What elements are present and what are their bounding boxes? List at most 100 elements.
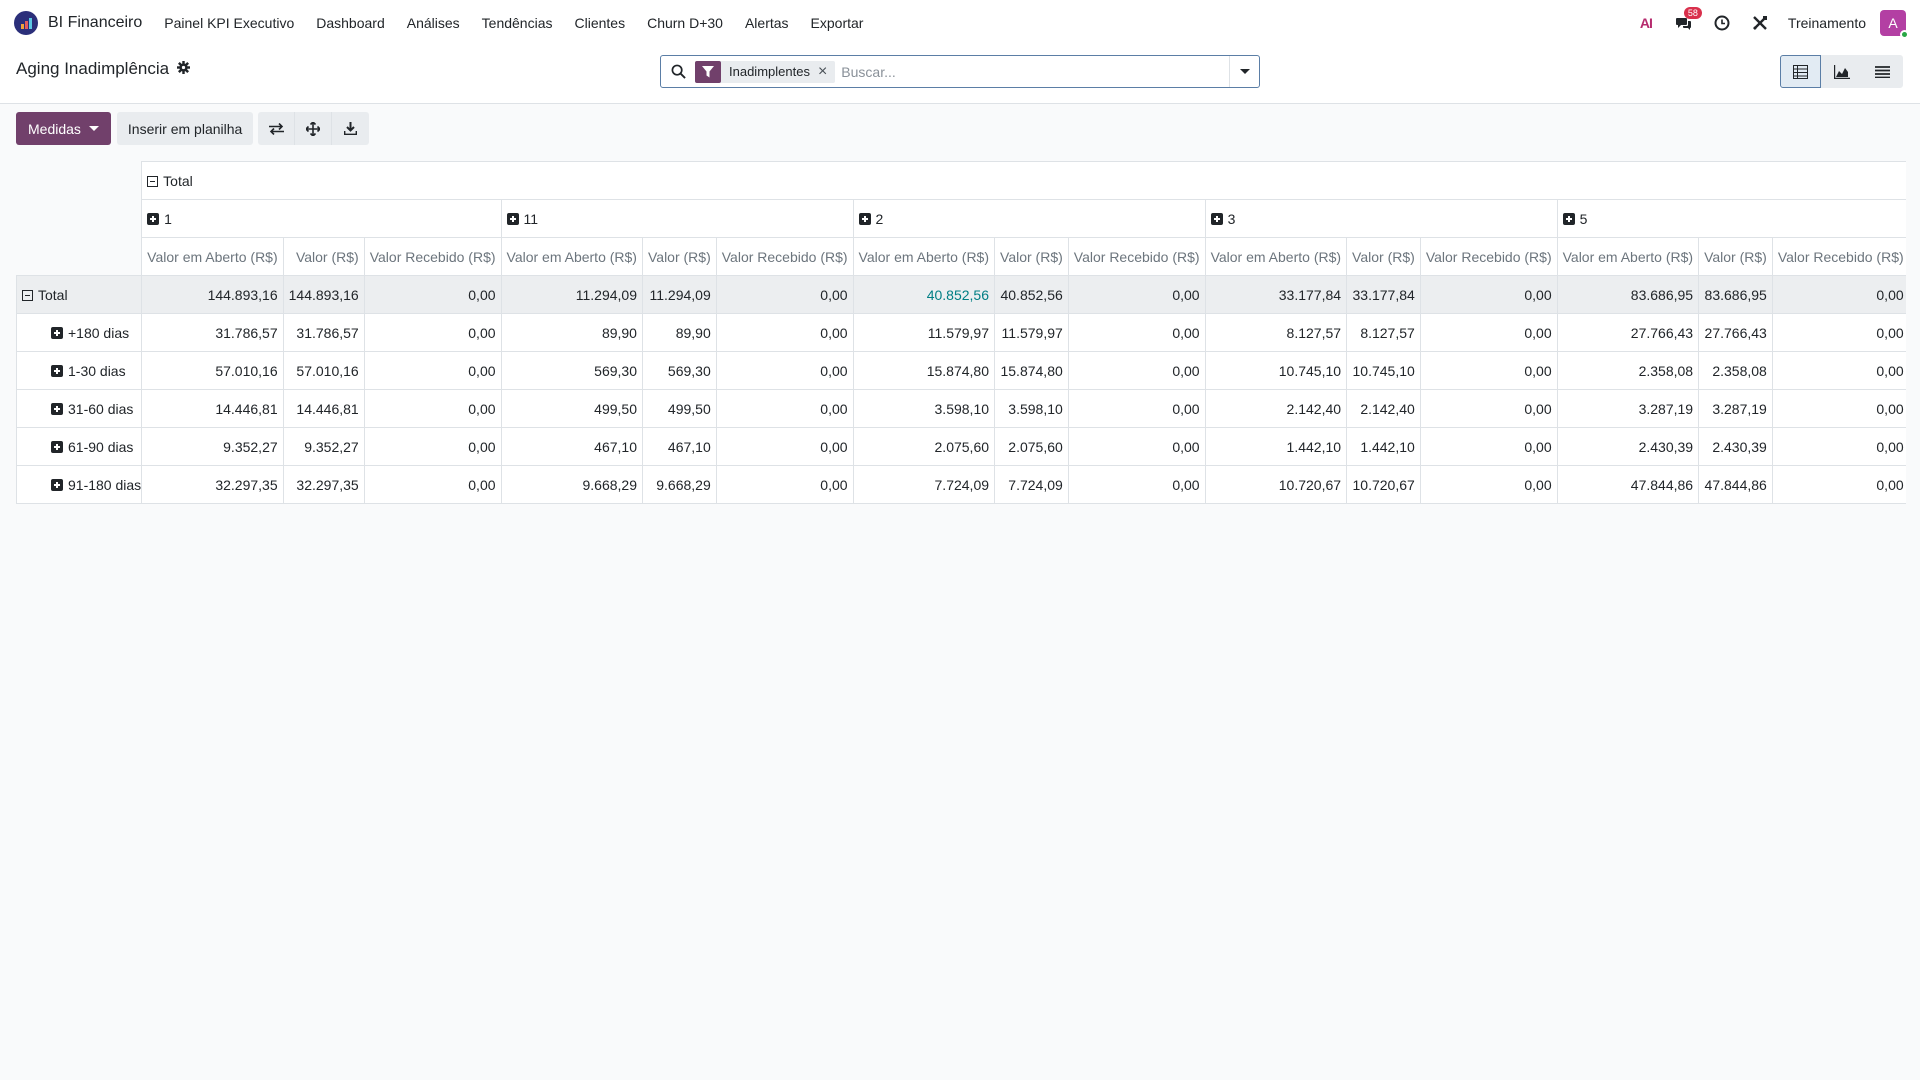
table-cell[interactable]: 0,00 bbox=[715, 313, 854, 352]
table-cell[interactable]: 2.430,39 bbox=[1698, 427, 1773, 466]
table-cell[interactable]: 2.142,40 bbox=[1204, 389, 1348, 428]
measure-header[interactable]: Valor Recebido (R$) bbox=[715, 237, 854, 276]
table-cell[interactable]: 0,00 bbox=[1067, 275, 1206, 314]
table-cell[interactable]: 0,00 bbox=[363, 427, 502, 466]
table-cell[interactable]: 14.446,81 bbox=[141, 389, 284, 428]
table-cell[interactable]: 11.579,97 bbox=[994, 313, 1069, 352]
table-cell[interactable]: 0,00 bbox=[1771, 427, 1906, 466]
search-input[interactable] bbox=[835, 63, 1229, 80]
table-cell[interactable]: 32.297,35 bbox=[282, 465, 365, 504]
clock-icon[interactable] bbox=[1712, 13, 1732, 33]
table-cell[interactable]: 40.852,56 bbox=[994, 275, 1069, 314]
measure-header[interactable]: Valor (R$) bbox=[282, 237, 365, 276]
measure-header[interactable]: Valor (R$) bbox=[1346, 237, 1421, 276]
ai-icon[interactable]: AI bbox=[1636, 13, 1656, 33]
measure-header[interactable]: Valor em Aberto (R$) bbox=[852, 237, 996, 276]
list-view-button[interactable] bbox=[1862, 55, 1903, 88]
graph-view-button[interactable] bbox=[1821, 55, 1862, 88]
table-cell[interactable]: 89,90 bbox=[641, 313, 717, 352]
table-cell[interactable]: 0,00 bbox=[1419, 275, 1558, 314]
table-cell[interactable]: 144.893,16 bbox=[282, 275, 365, 314]
measure-header[interactable]: Valor em Aberto (R$) bbox=[141, 237, 284, 276]
table-cell[interactable]: 11.294,09 bbox=[500, 275, 643, 314]
table-cell[interactable]: 0,00 bbox=[1419, 427, 1558, 466]
table-cell[interactable]: 33.177,84 bbox=[1204, 275, 1348, 314]
table-cell[interactable]: 0,00 bbox=[363, 275, 502, 314]
table-cell[interactable]: 0,00 bbox=[1067, 389, 1206, 428]
table-cell[interactable]: 0,00 bbox=[1419, 465, 1558, 504]
table-cell[interactable]: 57.010,16 bbox=[141, 351, 284, 390]
table-cell[interactable]: 10.745,10 bbox=[1346, 351, 1421, 390]
col-group-header[interactable]: 2 bbox=[852, 199, 1206, 238]
menu-item-tendencias[interactable]: Tendências bbox=[482, 15, 553, 31]
menu-item-dashboard[interactable]: Dashboard bbox=[316, 15, 385, 31]
table-cell[interactable]: 15.874,80 bbox=[852, 351, 996, 390]
row-header[interactable]: +180 dias bbox=[16, 313, 143, 352]
table-cell[interactable]: 0,00 bbox=[715, 351, 854, 390]
menu-item-exportar[interactable]: Exportar bbox=[811, 15, 864, 31]
table-cell[interactable]: 2.075,60 bbox=[852, 427, 996, 466]
measure-header[interactable]: Valor Recebido (R$) bbox=[1067, 237, 1206, 276]
download-button[interactable] bbox=[332, 112, 370, 145]
table-cell[interactable]: 7.724,09 bbox=[994, 465, 1069, 504]
measure-header[interactable]: Valor Recebido (R$) bbox=[363, 237, 502, 276]
table-cell[interactable]: 0,00 bbox=[363, 313, 502, 352]
table-cell[interactable]: 569,30 bbox=[641, 351, 717, 390]
user-avatar[interactable]: A bbox=[1880, 10, 1909, 39]
col-group-header[interactable]: 3 bbox=[1204, 199, 1558, 238]
table-cell[interactable]: 0,00 bbox=[1771, 351, 1906, 390]
app-logo-icon[interactable] bbox=[14, 11, 38, 35]
table-cell[interactable]: 0,00 bbox=[1067, 427, 1206, 466]
table-cell[interactable]: 9.352,27 bbox=[141, 427, 284, 466]
row-header[interactable]: 1-30 dias bbox=[16, 351, 143, 390]
table-cell[interactable]: 1.442,10 bbox=[1204, 427, 1348, 466]
table-cell[interactable]: 0,00 bbox=[363, 389, 502, 428]
table-cell[interactable]: 0,00 bbox=[1419, 389, 1558, 428]
table-cell[interactable]: 11.579,97 bbox=[852, 313, 996, 352]
menu-item-alertas[interactable]: Alertas bbox=[745, 15, 789, 31]
table-cell[interactable]: 3.598,10 bbox=[852, 389, 996, 428]
insert-in-spreadsheet-button[interactable]: Inserir em planilha bbox=[116, 112, 254, 145]
table-cell[interactable]: 40.852,56 bbox=[852, 275, 996, 314]
table-cell[interactable]: 8.127,57 bbox=[1204, 313, 1348, 352]
table-cell[interactable]: 3.598,10 bbox=[994, 389, 1069, 428]
table-cell[interactable]: 2.142,40 bbox=[1346, 389, 1421, 428]
table-cell[interactable]: 83.686,95 bbox=[1698, 275, 1773, 314]
table-cell[interactable]: 47.844,86 bbox=[1698, 465, 1773, 504]
table-cell[interactable]: 2.358,08 bbox=[1556, 351, 1700, 390]
table-cell[interactable]: 15.874,80 bbox=[994, 351, 1069, 390]
measure-header[interactable]: Valor em Aberto (R$) bbox=[500, 237, 643, 276]
table-cell[interactable]: 3.287,19 bbox=[1556, 389, 1700, 428]
measures-dropdown-button[interactable]: Medidas bbox=[16, 112, 111, 145]
row-header[interactable]: 31-60 dias bbox=[16, 389, 143, 428]
table-cell[interactable]: 467,10 bbox=[641, 427, 717, 466]
measure-header[interactable]: Valor em Aberto (R$) bbox=[1556, 237, 1700, 276]
table-cell[interactable]: 2.358,08 bbox=[1698, 351, 1773, 390]
table-cell[interactable]: 10.720,67 bbox=[1204, 465, 1348, 504]
table-cell[interactable]: 2.430,39 bbox=[1556, 427, 1700, 466]
flip-axis-button[interactable] bbox=[258, 112, 296, 145]
search-options-toggle[interactable] bbox=[1229, 56, 1259, 87]
table-cell[interactable]: 499,50 bbox=[641, 389, 717, 428]
measure-header[interactable]: Valor (R$) bbox=[994, 237, 1069, 276]
table-cell[interactable]: 9.668,29 bbox=[500, 465, 643, 504]
app-name[interactable]: BI Financeiro bbox=[48, 14, 142, 32]
table-cell[interactable]: 3.287,19 bbox=[1698, 389, 1773, 428]
close-icon[interactable]: × bbox=[818, 63, 835, 80]
col-group-header[interactable]: 5 bbox=[1556, 199, 1906, 238]
table-cell[interactable]: 32.297,35 bbox=[141, 465, 284, 504]
col-group-header[interactable]: 1 bbox=[141, 199, 502, 238]
search-icon[interactable] bbox=[661, 64, 695, 79]
messages-icon[interactable]: 58 bbox=[1674, 7, 1702, 33]
menu-item-churn[interactable]: Churn D+30 bbox=[647, 15, 723, 31]
table-cell[interactable]: 27.766,43 bbox=[1556, 313, 1700, 352]
measure-header[interactable]: Valor (R$) bbox=[1698, 237, 1773, 276]
tools-icon[interactable] bbox=[1750, 13, 1770, 33]
table-cell[interactable]: 0,00 bbox=[715, 427, 854, 466]
table-cell[interactable]: 0,00 bbox=[1419, 351, 1558, 390]
table-cell[interactable]: 31.786,57 bbox=[282, 313, 365, 352]
table-cell[interactable]: 0,00 bbox=[1067, 465, 1206, 504]
company-name[interactable]: Treinamento bbox=[1788, 15, 1866, 31]
row-header[interactable]: Total bbox=[16, 275, 143, 314]
table-cell[interactable]: 7.724,09 bbox=[852, 465, 996, 504]
